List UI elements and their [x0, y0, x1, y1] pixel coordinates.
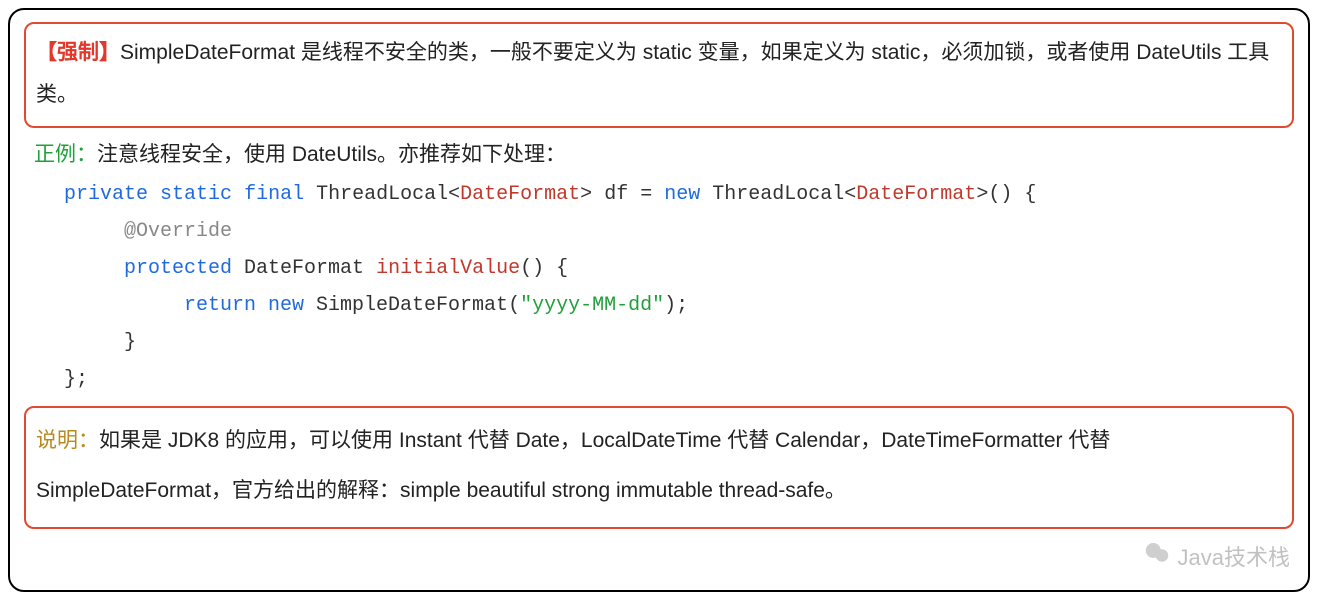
kw-new: new	[664, 183, 712, 206]
watermark: Java技术栈	[1142, 538, 1290, 574]
sym-lt2: <	[844, 183, 856, 206]
rule-block: 【强制】SimpleDateFormat 是线程不安全的类，一般不要定义为 st…	[24, 22, 1294, 128]
example-line: 正例：注意线程安全，使用 DateUtils。亦推荐如下处理：	[24, 134, 1294, 174]
kw-return: return	[184, 294, 268, 317]
type-dateformat: DateFormat	[460, 183, 580, 206]
wechat-icon	[1142, 538, 1172, 574]
note-text: 如果是 JDK8 的应用，可以使用 Instant 代替 Date，LocalD…	[36, 429, 1110, 502]
code-line-3: protected DateFormat initialValue() {	[64, 250, 1284, 287]
rule-tag: 【强制】	[36, 41, 120, 64]
watermark-text: Java技术栈	[1178, 540, 1290, 572]
string-literal: "yyyy-MM-dd"	[520, 294, 664, 317]
kw-final: final	[244, 183, 304, 206]
example-tag: 正例：	[34, 143, 97, 166]
rule-text: SimpleDateFormat 是线程不安全的类，一般不要定义为 static…	[36, 41, 1269, 106]
type-threadlocal2: ThreadLocal	[712, 183, 844, 206]
sym-gt2: >	[976, 183, 988, 206]
tail-brace: () {	[988, 183, 1036, 206]
example-text: 注意线程安全，使用 DateUtils。亦推荐如下处理：	[97, 143, 566, 166]
sym-lt: <	[448, 183, 460, 206]
code-line-1: private static final ThreadLocal<DateFor…	[64, 183, 1036, 206]
type-dateformat3: DateFormat	[244, 257, 376, 280]
method-initialvalue: initialValue	[376, 257, 520, 280]
sym-gt: >	[580, 183, 604, 206]
note-tag: 说明：	[36, 429, 99, 452]
paren-open: (	[508, 294, 520, 317]
kw-static: static	[160, 183, 232, 206]
type-threadlocal: ThreadLocal	[316, 183, 448, 206]
type-simpledateformat: SimpleDateFormat	[316, 294, 508, 317]
kw-protected: protected	[124, 257, 244, 280]
paren-close: );	[664, 294, 688, 317]
code-line-2: @Override	[64, 213, 1284, 250]
var-df: df	[604, 183, 640, 206]
document-frame: 【强制】SimpleDateFormat 是线程不安全的类，一般不要定义为 st…	[8, 8, 1310, 592]
note-block: 说明：如果是 JDK8 的应用，可以使用 Instant 代替 Date，Loc…	[24, 406, 1294, 529]
code-line-6: };	[64, 361, 1284, 398]
kw-private: private	[64, 183, 148, 206]
code-block: private static final ThreadLocal<DateFor…	[24, 174, 1294, 404]
paren-brace: () {	[520, 257, 568, 280]
code-line-5: }	[64, 324, 1284, 361]
kw-new2: new	[268, 294, 316, 317]
op-eq: =	[640, 183, 664, 206]
anno-override: @Override	[124, 220, 232, 243]
code-line-4: return new SimpleDateFormat("yyyy-MM-dd"…	[64, 287, 1284, 324]
type-dateformat2: DateFormat	[856, 183, 976, 206]
